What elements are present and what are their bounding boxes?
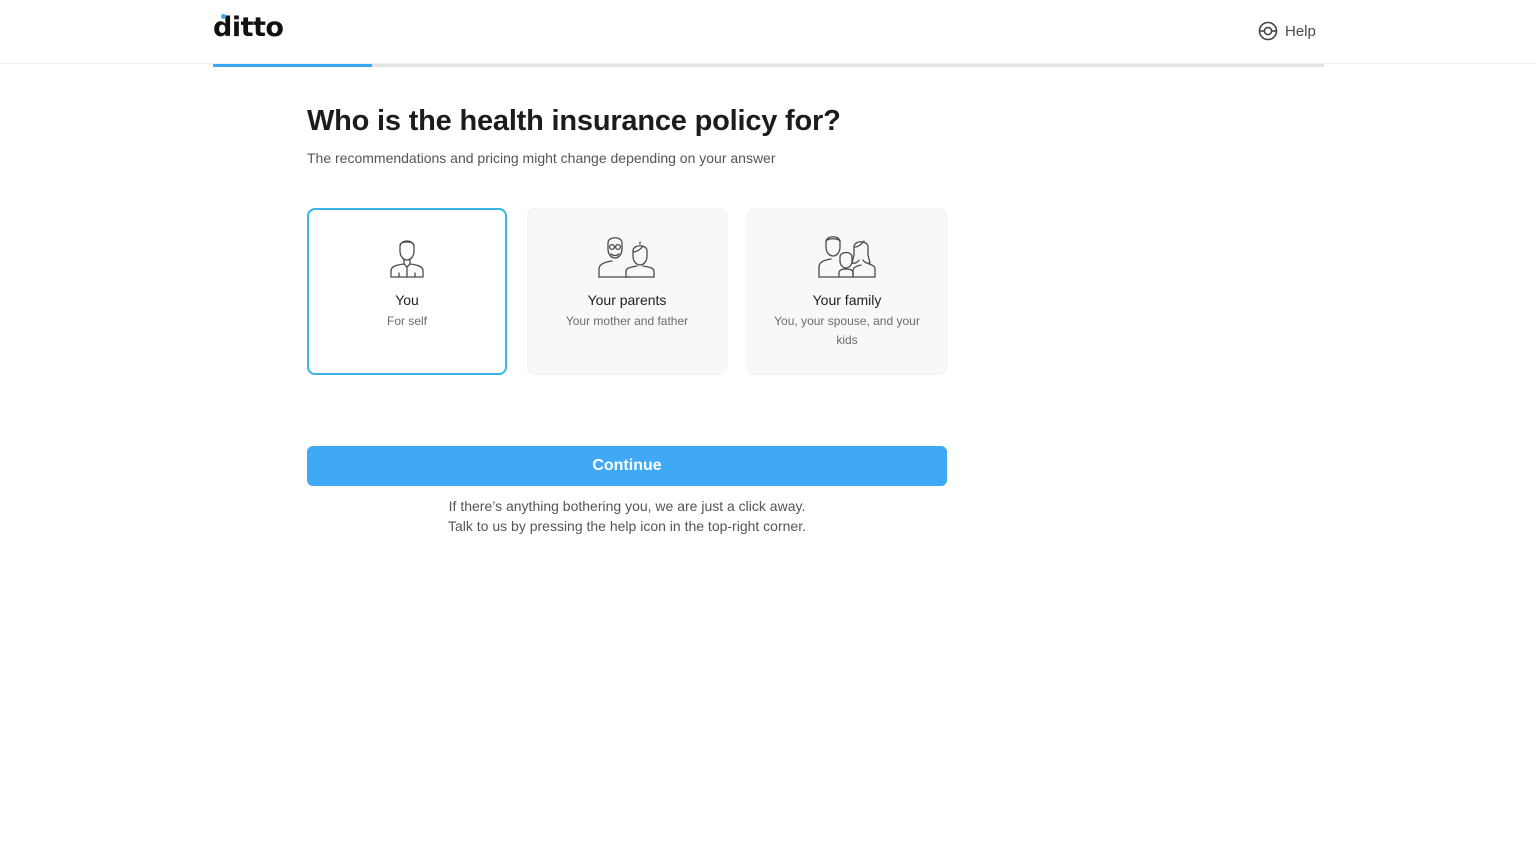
top-bar: ditto Help [0, 0, 1536, 64]
family-icon [818, 236, 876, 278]
option-description: Your mother and father [565, 314, 689, 328]
parents-icon [598, 237, 655, 278]
continue-button[interactable]: Continue [307, 446, 947, 486]
help-note: If there’s anything bothering you, we ar… [307, 496, 947, 536]
option-title: You [395, 292, 419, 308]
page-subtitle: The recommendations and pricing might ch… [307, 150, 776, 166]
lifebuoy-icon [1258, 21, 1278, 41]
progress-bar [213, 64, 1324, 67]
help-button[interactable]: Help [1258, 21, 1316, 41]
help-note-line-1: If there’s anything bothering you, we ar… [448, 498, 806, 514]
option-title: Your family [812, 292, 882, 308]
option-you[interactable]: You For self [307, 208, 507, 375]
policy-options: You For self Your parents Your mother an… [307, 208, 947, 375]
option-title: Your parents [587, 292, 667, 308]
option-description: For self [386, 314, 427, 328]
logo-dot [221, 14, 226, 19]
main-content: Who is the health insurance policy for? … [307, 100, 947, 534]
page-title: Who is the health insurance policy for? [307, 105, 841, 137]
help-label: Help [1285, 22, 1316, 40]
option-description: You, your spouse, and your kids [774, 314, 920, 347]
single-person-icon [390, 240, 424, 278]
option-your-family[interactable]: Your family You, your spouse, and your k… [747, 208, 947, 375]
help-note-line-2: Talk to us by pressing the help icon in … [448, 518, 806, 534]
option-your-parents[interactable]: Your parents Your mother and father [527, 208, 727, 375]
progress-fill [213, 64, 372, 67]
